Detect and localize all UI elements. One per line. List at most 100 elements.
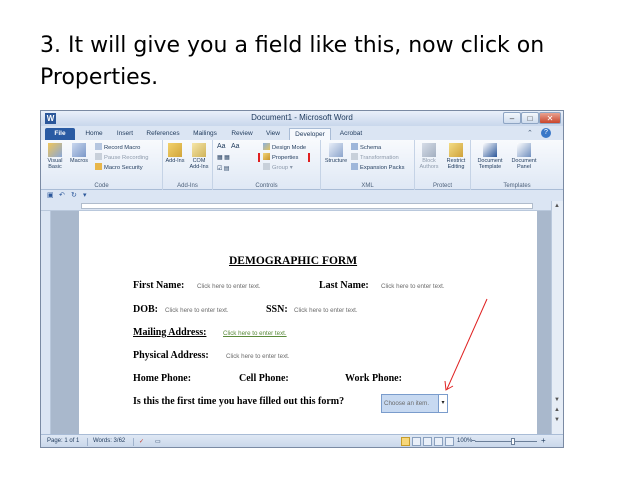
ruler-strip [81, 203, 533, 209]
schema-button[interactable]: Schema [351, 143, 381, 152]
title-bar: W Document1 - Microsoft Word – □ ✕ [41, 111, 563, 126]
annotation-bracket-right [308, 153, 310, 162]
zoom-in-icon[interactable]: + [541, 436, 546, 445]
zoom-slider-track[interactable] [475, 441, 537, 442]
expansion-packs-label: Expansion Packs [360, 165, 405, 171]
document-template-label: Document Template [477, 158, 503, 170]
tab-insert[interactable]: Insert [111, 128, 139, 140]
design-mode-button[interactable]: Design Mode [263, 143, 306, 152]
schema-label: Schema [360, 145, 382, 151]
expansion-packs-button[interactable]: Expansion Packs [351, 163, 404, 172]
tab-developer[interactable]: Developer [289, 128, 331, 140]
ribbon: Visual Basic Macros Record Macro Pause R… [41, 140, 563, 190]
status-bar: Page: 1 of 1 Words: 3/62 ✓ ▭ 100% − + [41, 434, 563, 447]
document-page[interactable]: DEMOGRAPHIC FORM First Name: Click here … [79, 211, 537, 434]
addins-button[interactable]: Add-Ins [165, 143, 185, 164]
tab-mailings[interactable]: Mailings [187, 128, 223, 140]
group-templates: Document Template Document Panel Templat… [471, 140, 563, 190]
document-panel-label: Document Panel [511, 158, 537, 170]
rich-text-control-button[interactable]: Aa [217, 143, 226, 151]
word-window: W Document1 - Microsoft Word – □ ✕ File … [40, 110, 564, 448]
document-template-button[interactable]: Document Template [475, 143, 505, 170]
block-authors-icon [422, 143, 436, 157]
document-panel-button[interactable]: Document Panel [509, 143, 539, 170]
properties-button[interactable]: Properties [263, 153, 298, 162]
tab-file[interactable]: File [45, 128, 75, 140]
status-divider [133, 438, 134, 446]
annotation-bracket-left [258, 153, 260, 162]
pause-recording-button[interactable]: Pause Recording [95, 153, 148, 162]
tab-view[interactable]: View [261, 128, 285, 140]
schema-icon [351, 143, 358, 150]
macro-security-button[interactable]: Macro Security [95, 163, 143, 172]
com-addins-button[interactable]: COM Add-Ins [189, 143, 209, 170]
close-button[interactable]: ✕ [539, 112, 561, 124]
vertical-ruler[interactable] [41, 211, 51, 434]
horizontal-ruler[interactable] [41, 201, 563, 211]
annotation-arrow-line [446, 298, 488, 390]
tab-home[interactable]: Home [81, 128, 107, 140]
visual-basic-label: Visual Basic [47, 158, 63, 170]
print-layout-view-button[interactable] [401, 437, 410, 446]
block-authors-button[interactable]: Block Authors [417, 143, 441, 170]
scroll-down-icon[interactable]: ▼ [554, 397, 560, 403]
customize-qat-icon[interactable]: ▾ [83, 191, 87, 199]
save-icon[interactable]: ▣ [47, 191, 54, 199]
picture-control-icon[interactable]: ▦ ▦ [217, 154, 230, 162]
zoom-slider-handle[interactable] [511, 438, 515, 445]
vertical-scrollbar[interactable]: ▲ ▼ ▲ ▼ [551, 201, 563, 434]
document-template-icon [483, 143, 497, 157]
properties-label: Properties [272, 155, 299, 161]
tab-acrobat[interactable]: Acrobat [335, 128, 367, 140]
transformation-icon [351, 153, 358, 160]
group-protect-label: Protect [432, 183, 452, 189]
transformation-label: Transformation [360, 155, 399, 161]
redo-icon[interactable]: ↻ [71, 191, 77, 199]
block-authors-label: Block Authors [419, 158, 439, 170]
record-macro-button[interactable]: Record Macro [95, 143, 140, 152]
group-icon [263, 163, 270, 170]
maximize-button[interactable]: □ [521, 112, 539, 124]
word-count[interactable]: Words: 3/62 [93, 438, 125, 444]
macros-label: Macros [69, 158, 89, 164]
outline-view-button[interactable] [434, 437, 443, 446]
group-code-label: Code [94, 183, 109, 189]
proofing-icon[interactable]: ✓ [139, 438, 144, 445]
pause-recording-label: Pause Recording [104, 155, 149, 161]
com-addins-label: COM Add-Ins [189, 158, 209, 170]
restrict-editing-button[interactable]: Restrict Editing [443, 143, 469, 170]
group-button[interactable]: Group ▾ [263, 163, 293, 172]
macros-icon [72, 143, 86, 157]
group-xml: Structure Schema Transformation Expansio… [321, 140, 415, 190]
group-addins-label: Add-Ins [177, 183, 198, 189]
annotation-arrow [444, 298, 488, 391]
web-layout-view-button[interactable] [423, 437, 432, 446]
help-icon[interactable]: ? [541, 128, 551, 138]
visual-basic-icon [48, 143, 62, 157]
structure-button[interactable]: Structure [323, 143, 349, 164]
collapse-ribbon-icon[interactable]: ⌃ [527, 129, 533, 137]
undo-icon[interactable]: ↶ [59, 191, 65, 199]
ribbon-tabs: File Home Insert References Mailings Rev… [41, 126, 563, 140]
scroll-up-icon[interactable]: ▲ [554, 203, 560, 209]
slide-title: 3. It will give you a field like this, n… [40, 33, 545, 90]
transformation-button[interactable]: Transformation [351, 153, 399, 162]
page-count[interactable]: Page: 1 of 1 [47, 438, 79, 444]
full-screen-view-button[interactable] [412, 437, 421, 446]
checkbox-control-icon[interactable]: ☑ ▤ [217, 165, 229, 173]
addins-icon [168, 143, 182, 157]
plain-text-control-button[interactable]: Aa [231, 143, 240, 151]
record-macro-icon [95, 143, 102, 150]
previous-page-icon[interactable]: ▲ [554, 407, 560, 413]
minimize-button[interactable]: – [503, 112, 521, 124]
document-panel-icon [517, 143, 531, 157]
next-page-icon[interactable]: ▼ [554, 417, 560, 423]
draft-view-button[interactable] [445, 437, 454, 446]
tab-references[interactable]: References [143, 128, 183, 140]
group-code: Visual Basic Macros Record Macro Pause R… [41, 140, 163, 190]
macro-recording-icon[interactable]: ▭ [155, 438, 161, 445]
visual-basic-button[interactable]: Visual Basic [45, 143, 65, 170]
macros-button[interactable]: Macros [69, 143, 89, 164]
addins-label: Add-Ins [165, 158, 185, 164]
tab-review[interactable]: Review [227, 128, 257, 140]
